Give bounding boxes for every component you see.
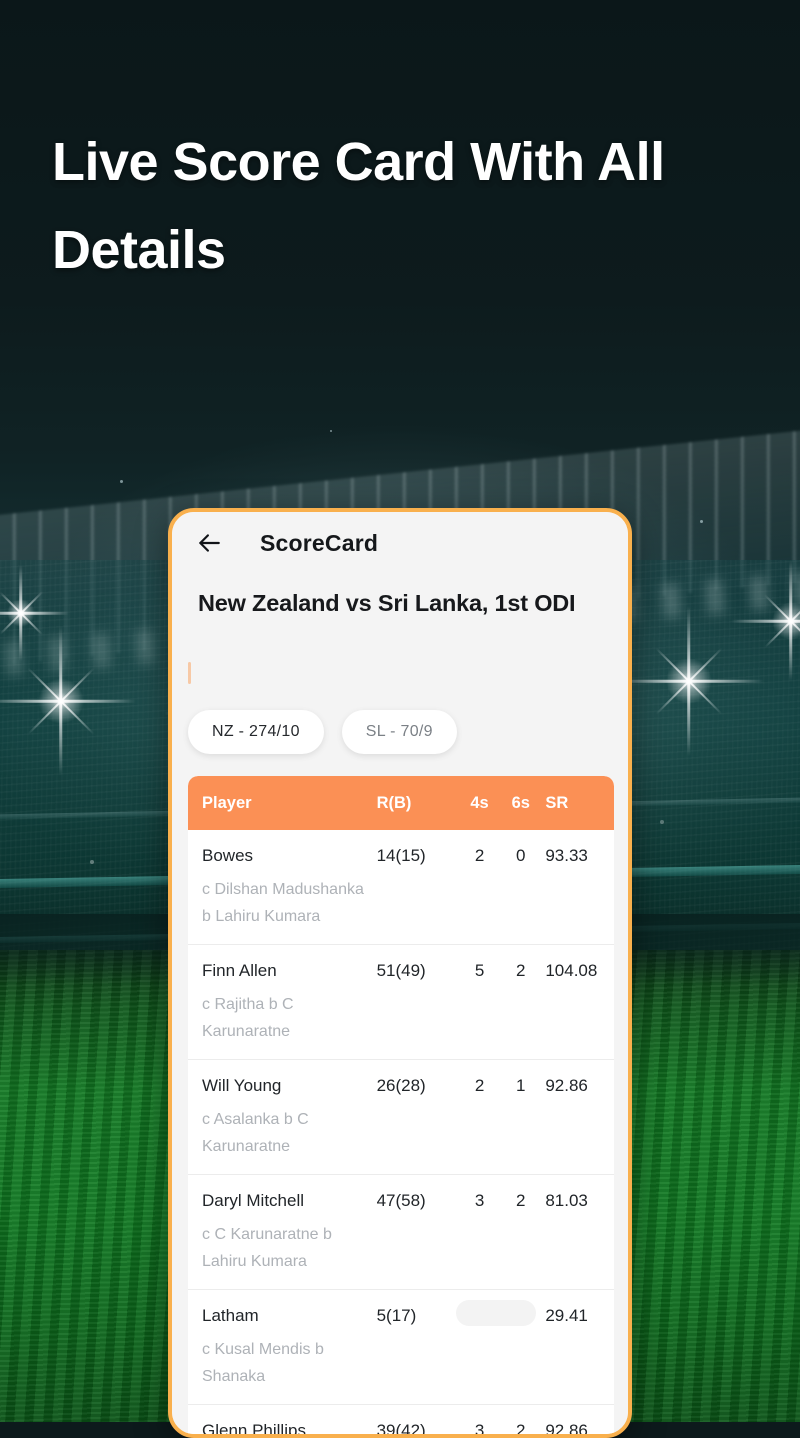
runs-balls-cell-value: 26(28) (376, 1076, 426, 1095)
player-cell: Latham c Kusal Mendis b Shanaka (188, 1304, 377, 1390)
sixes-cell-value: 2 (516, 1191, 526, 1210)
page-title: Live Score Card With All Details (52, 132, 665, 280)
strike-rate-cell: 92.86 (541, 1074, 614, 1160)
player-cell: Finn Allen c Rajitha b C Karunaratne (188, 959, 377, 1045)
sixes-cell: 2 (500, 959, 541, 1045)
fours-cell: 5 (459, 959, 500, 1045)
redacted-overlay (456, 1300, 536, 1326)
fours-cell-value: 2 (474, 1076, 485, 1095)
fours-cell: 3 (459, 1189, 500, 1275)
strike-rate-cell-value: 92.86 (545, 1076, 588, 1095)
strike-rate-cell-value: 81.03 (545, 1191, 588, 1210)
appbar-title: ScoreCard (260, 529, 379, 556)
table-row[interactable]: Glenn Phillips 39(42) 3 2 92.86 (188, 1405, 614, 1434)
app-screen: ScoreCard New Zealand vs Sri Lanka, 1st … (172, 512, 628, 1434)
back-arrow-icon[interactable] (196, 530, 222, 556)
dismissal-text: c Kusal Mendis b Shanaka (202, 1341, 324, 1385)
sixes-cell-value: 2 (516, 961, 526, 980)
runs-balls-cell: 51(49) (377, 959, 459, 1045)
floodlight-flare-icon (772, 602, 800, 640)
fours-cell-value: 5 (474, 961, 485, 980)
player-name: Latham (202, 1306, 259, 1325)
floodlight-flare-icon (666, 658, 712, 704)
player-cell: Glenn Phillips (188, 1419, 377, 1434)
player-cell: Will Young c Asalanka b C Karunaratne (188, 1074, 377, 1160)
column-header-runs-balls: R(B) (376, 793, 412, 812)
runs-balls-cell: 26(28) (377, 1074, 459, 1160)
sixes-cell: 2 (500, 1419, 541, 1434)
dismissal-text: c Dilshan Madushanka b Lahiru Kumara (202, 881, 364, 925)
column-header-player: Player (202, 793, 252, 812)
fours-cell-value: 3 (474, 1191, 485, 1210)
fours-cell: 2 (459, 844, 500, 930)
strike-rate-cell: 93.33 (541, 844, 614, 930)
column-header-strike-rate: SR (545, 793, 569, 812)
strike-rate-cell-value: 93.33 (545, 846, 588, 865)
table-row[interactable]: Will Young c Asalanka b C Karunaratne 26(2… (188, 1060, 614, 1175)
strike-rate-cell-value: 104.08 (545, 961, 598, 980)
dismissal-text: c Asalanka b C Karunaratne (202, 1111, 309, 1155)
light-speck (120, 480, 123, 483)
dismissal-text: c C Karunaratne b Lahiru Kumara (202, 1226, 332, 1270)
light-speck (660, 820, 664, 824)
player-name: Will Young (202, 1076, 282, 1095)
fours-cell: 2 (459, 1074, 500, 1160)
sixes-cell-value: 2 (516, 1421, 526, 1434)
floodlight-flare-icon (7, 599, 35, 627)
player-cell: Daryl Mitchell c C Karunaratne b Lahiru K… (188, 1189, 377, 1275)
column-header-sixes: 6s (511, 793, 530, 812)
innings-tab-nz[interactable]: NZ - 274/10 (188, 710, 324, 754)
light-speck (90, 860, 94, 864)
runs-balls-cell: 14(15) (377, 844, 459, 930)
innings-tab-sl[interactable]: SL - 70/9 (341, 710, 457, 754)
fours-cell: 3 (459, 1419, 500, 1434)
sixes-cell-value: 1 (516, 1076, 526, 1095)
runs-balls-cell-value: 5(17) (376, 1306, 417, 1325)
match-title: New Zealand vs Sri Lanka, 1st ODI (198, 590, 576, 616)
player-name: Bowes (202, 846, 254, 865)
table-row[interactable]: Daryl Mitchell c C Karunaratne b Lahiru K… (188, 1175, 614, 1290)
runs-balls-cell-value: 51(49) (376, 961, 426, 980)
strike-rate-cell: 81.03 (541, 1189, 614, 1275)
table-header-row: Player R(B) 4s 6s SR (188, 776, 614, 830)
runs-balls-cell-value: 14(15) (376, 846, 426, 865)
strike-rate-cell: 29.41 (541, 1304, 614, 1390)
fours-cell-value: 2 (474, 846, 485, 865)
table-row[interactable]: Finn Allen c Rajitha b C Karunaratne 51(49… (188, 945, 614, 1060)
floodlight-flare-icon (38, 678, 84, 724)
table-row[interactable]: Bowes c Dilshan Madushanka b Lahiru Kumar… (188, 830, 614, 945)
player-cell: Bowes c Dilshan Madushanka b Lahiru Kumar… (188, 844, 377, 930)
column-header-fours: 4s (470, 793, 489, 812)
runs-balls-cell-value: 47(58) (376, 1191, 426, 1210)
phone-mockup: ScoreCard New Zealand vs Sri Lanka, 1st … (168, 508, 632, 1438)
player-name: Finn Allen (202, 961, 277, 980)
innings-tabs: NZ - 274/10 SL - 70/9 (172, 684, 628, 754)
sixes-cell: 2 (500, 1189, 541, 1275)
strike-rate-cell: 92.86 (541, 1419, 614, 1434)
runs-balls-cell: 47(58) (377, 1189, 459, 1275)
fours-cell-value: 3 (474, 1421, 485, 1434)
strike-rate-cell-value: 92.86 (545, 1421, 588, 1434)
sixes-cell: 0 (500, 844, 541, 930)
player-name: Daryl Mitchell (202, 1191, 305, 1210)
accent-bar (188, 662, 191, 684)
sixes-cell-value: 0 (516, 846, 526, 865)
sixes-cell: 1 (500, 1074, 541, 1160)
dismissal-text: c Rajitha b C Karunaratne (202, 996, 294, 1040)
table-body: Bowes c Dilshan Madushanka b Lahiru Kumar… (188, 830, 614, 1434)
light-speck (700, 520, 703, 523)
light-speck (330, 430, 332, 432)
strike-rate-cell: 104.08 (541, 959, 614, 1045)
scorecard-table: Player R(B) 4s 6s SR Bowes c Dilshan Madu… (188, 776, 614, 1434)
table-row[interactable]: Lathamc Kusal Mendis b Shanaka5(17)029.4… (188, 1290, 614, 1405)
runs-balls-cell-value: 39(42) (376, 1421, 426, 1434)
runs-balls-cell: 39(42) (377, 1419, 459, 1434)
player-name: Glenn Phillips (202, 1421, 306, 1434)
runs-balls-cell: 5(17) (377, 1304, 459, 1390)
app-bar: ScoreCard (172, 512, 628, 574)
strike-rate-cell-value: 29.41 (545, 1306, 588, 1325)
